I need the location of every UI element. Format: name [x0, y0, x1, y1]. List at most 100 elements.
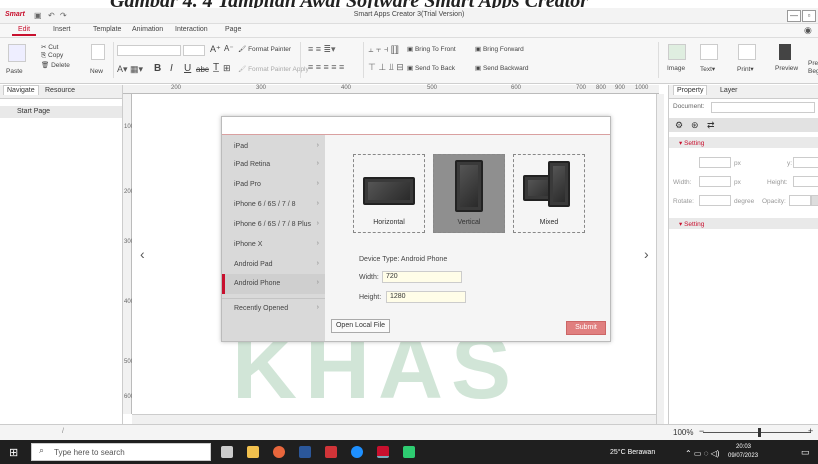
tab-property[interactable]: Property	[673, 85, 708, 95]
font-shrink-icon[interactable]: A⁻	[224, 44, 234, 53]
notification-icon[interactable]: ▭	[801, 447, 810, 458]
strikethrough-icon[interactable]: abc	[196, 65, 209, 74]
settings-circle-icon[interactable]: ⊛	[691, 120, 699, 131]
italic-icon[interactable]: I	[170, 63, 173, 74]
menu-tab-edit[interactable]: Edit	[12, 26, 37, 36]
app-icon-green[interactable]	[403, 446, 415, 458]
x-field[interactable]	[699, 157, 731, 168]
width-prop-field[interactable]	[699, 176, 731, 187]
preview-button[interactable]: Preview	[775, 65, 798, 72]
height-field[interactable]: 1280	[386, 291, 466, 303]
device-item-ipad[interactable]: iPad ›	[222, 137, 325, 157]
print-button[interactable]: Print▾	[737, 65, 754, 73]
clock-time[interactable]: 20:03	[736, 444, 751, 450]
object-align-icons[interactable]: ⫠ ⫟ ⫞ ⟦⟧	[368, 44, 399, 55]
device-item-iphone-6-plus[interactable]: iPhone 6 / 6S / 7 / 8 Plus ›	[222, 215, 325, 235]
width-field[interactable]: 720	[382, 271, 462, 283]
orientation-mixed-card[interactable]: Mixed	[513, 154, 585, 233]
text-frame-icon[interactable]: ⊞	[223, 63, 231, 74]
zoom-in-icon[interactable]: +	[808, 426, 813, 436]
text-box-icon[interactable]	[700, 44, 718, 60]
device-item-android-phone[interactable]: Android Phone ›	[222, 274, 325, 294]
submit-button[interactable]: Submit	[566, 321, 606, 335]
setting-section-header[interactable]: ▾ Setting	[669, 137, 818, 148]
opacity-dropdown[interactable]	[811, 195, 818, 206]
text-style-icon[interactable]: T̲	[213, 62, 219, 73]
new-button[interactable]: New	[90, 68, 103, 75]
opacity-field[interactable]	[789, 195, 811, 206]
next-page-arrow-icon[interactable]: ›	[644, 246, 649, 262]
new-page-icon[interactable]	[91, 44, 105, 60]
menu-tab-interaction[interactable]: Interaction	[175, 26, 208, 33]
gear-icon[interactable]: ⚙	[675, 120, 683, 131]
word-icon[interactable]	[299, 446, 311, 458]
tab-navigate[interactable]: Navigate	[3, 85, 39, 95]
copy-button[interactable]: ⎘ Copy	[41, 52, 63, 60]
zoom-slider[interactable]	[703, 432, 811, 433]
document-name-field[interactable]	[711, 102, 815, 113]
font-family-select[interactable]	[117, 45, 181, 56]
rotate-field[interactable]	[699, 195, 731, 206]
device-item-ipad-pro[interactable]: iPad Pro ›	[222, 175, 325, 195]
system-tray-icons[interactable]: ⌃ ▭ ◌ ◁)	[685, 449, 720, 458]
link-icon[interactable]: ⇄	[707, 120, 715, 131]
text-color-icon[interactable]: A▾ ▦▾	[117, 64, 143, 75]
device-item-ipad-retina[interactable]: iPad Retina ›	[222, 155, 325, 175]
setting-section-header-2[interactable]: ▾ Setting	[669, 218, 818, 229]
send-backward-button[interactable]: ▣ Send Backward	[475, 64, 528, 72]
file-explorer-icon[interactable]	[247, 446, 259, 458]
clock-date[interactable]: 09/07/2023	[728, 453, 758, 459]
tab-layer[interactable]: Layer	[720, 87, 738, 94]
paste-icon[interactable]	[8, 44, 26, 62]
preview-begin-button[interactable]: Pre Beg	[808, 60, 818, 76]
text-button[interactable]: Text▾	[700, 65, 715, 73]
delete-button[interactable]: 🗑 Delete	[41, 61, 70, 69]
device-item-recently-opened[interactable]: Recently Opened ›	[222, 298, 325, 318]
weather-indicator[interactable]: 25°C Berawan	[610, 449, 655, 456]
maximize-button[interactable]: ▫	[802, 10, 816, 22]
indent-icons[interactable]: ≡ ≡ ≣▾	[308, 44, 336, 55]
orientation-horizontal-card[interactable]: Horizontal	[353, 154, 425, 233]
orientation-vertical-card[interactable]: Vertical	[433, 154, 505, 233]
bring-forward-button[interactable]: ▣ Bring Forward	[475, 45, 524, 53]
device-item-iphone-x[interactable]: iPhone X ›	[222, 235, 325, 255]
previous-page-arrow-icon[interactable]: ‹	[140, 246, 145, 262]
open-local-file-button[interactable]: Open Local File	[331, 319, 390, 333]
windows-start-icon[interactable]: ⊞	[9, 446, 18, 459]
bold-icon[interactable]: B	[154, 63, 161, 74]
menu-tab-animation[interactable]: Animation	[132, 26, 163, 33]
format-painter-apply-button[interactable]: 🖌 Format Painter Apply	[238, 65, 309, 73]
smart-apps-creator-taskbar-icon[interactable]	[377, 446, 389, 458]
bring-to-front-button[interactable]: ▣ Bring To Front	[407, 45, 456, 53]
y-field[interactable]	[793, 157, 818, 168]
device-item-iphone-6[interactable]: iPhone 6 / 6S / 7 / 8 ›	[222, 195, 325, 215]
preview-icon[interactable]	[779, 44, 791, 60]
image-button[interactable]: Image	[667, 65, 685, 72]
zoom-slider-thumb[interactable]	[758, 428, 761, 437]
format-painter-button[interactable]: 🖌 Format Painter	[238, 45, 291, 53]
tab-resource[interactable]: Resource	[45, 87, 75, 94]
edge-icon[interactable]	[351, 446, 363, 458]
device-item-android-pad[interactable]: Android Pad ›	[222, 255, 325, 275]
task-view-icon[interactable]	[221, 446, 233, 458]
taskbar-search-input[interactable]: Type here to search	[31, 443, 211, 461]
cut-button[interactable]: ✂ Cut	[41, 43, 58, 51]
font-size-select[interactable]	[183, 45, 205, 56]
underline-icon[interactable]: U	[184, 63, 191, 74]
distribute-icons[interactable]: ⊤ ⊥ ⫫ ⊟	[368, 62, 404, 73]
menu-tab-template[interactable]: Template	[93, 26, 121, 33]
page-list-item[interactable]: Start Page	[0, 106, 122, 118]
font-grow-icon[interactable]: A⁺	[210, 44, 221, 55]
menu-tab-page[interactable]: Page	[225, 26, 241, 33]
account-icon[interactable]: ◉	[804, 25, 812, 36]
menu-tab-insert[interactable]: Insert	[53, 26, 71, 33]
app-icon-red[interactable]	[325, 446, 337, 458]
horizontal-scrollbar[interactable]	[132, 414, 656, 424]
paste-button[interactable]: Paste	[6, 68, 23, 75]
chrome-icon[interactable]	[273, 446, 285, 458]
height-prop-field[interactable]	[793, 176, 818, 187]
zoom-out-icon[interactable]: −	[699, 426, 704, 436]
send-to-back-button[interactable]: ▣ Send To Back	[407, 64, 455, 72]
align-icons[interactable]: ≡ ≡ ≡ ≡ ≡	[308, 62, 344, 72]
vertical-scrollbar[interactable]	[656, 94, 664, 424]
